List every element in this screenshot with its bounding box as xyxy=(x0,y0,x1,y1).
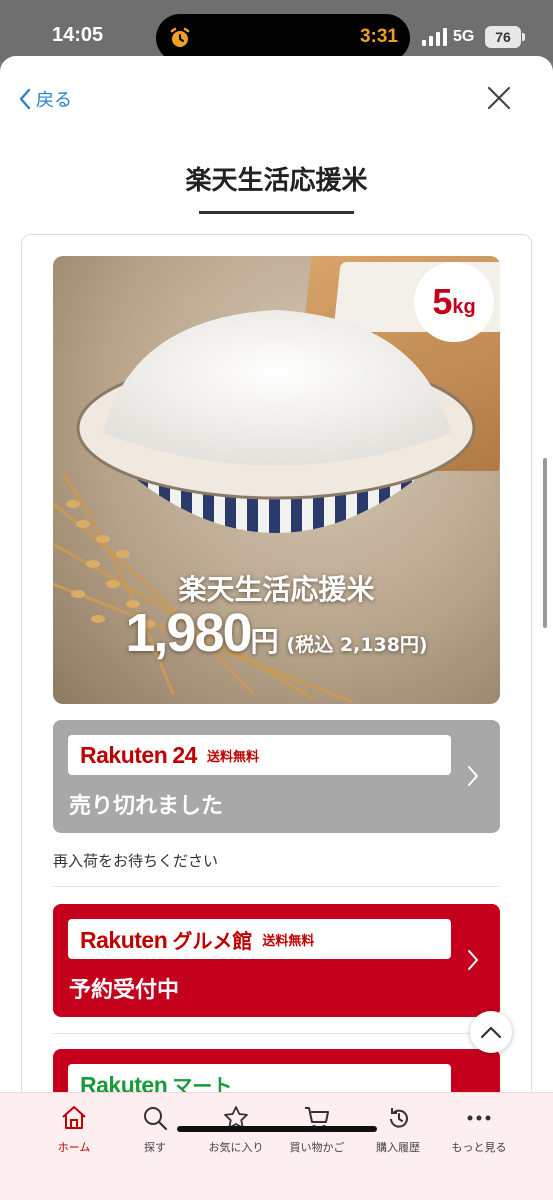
title-underline xyxy=(199,211,354,214)
logo-sub: 24 xyxy=(172,741,197,768)
shop-status: 予約受付中 xyxy=(69,978,180,1003)
logo-sub: グルメ館 xyxy=(172,928,253,953)
logo-text: Rakuten xyxy=(80,926,168,953)
weight-unit: kg xyxy=(452,295,476,318)
rakuten-gourmet-logo: Rakuten グルメ館 xyxy=(80,925,252,954)
tab-more[interactable]: もっと見る xyxy=(439,1103,519,1163)
battery-level: 76 xyxy=(495,29,511,45)
tab-label: ホーム xyxy=(57,1141,91,1154)
product-hero-image[interactable]: 5 kg 楽天生活応援米 1,980 円 (税込 2,138円) xyxy=(53,256,500,704)
tab-home[interactable]: ホーム xyxy=(34,1103,114,1163)
close-icon[interactable] xyxy=(485,84,513,112)
modal-sheet: 戻る 楽天生活応援米 5 kg 楽天生活応援米 1,980 円 (税込 2,13… xyxy=(0,56,553,1200)
shop-logo-box: Rakuten 24 送料無料 xyxy=(68,735,451,775)
restock-note: 再入荷をお待ちください xyxy=(53,852,219,870)
tab-search[interactable]: 探す xyxy=(115,1103,195,1163)
chevron-right-icon xyxy=(468,950,478,970)
history-icon xyxy=(390,1108,408,1128)
status-bar: 14:05 3:31 5G 76 xyxy=(0,0,553,62)
logo-text: Rakuten xyxy=(80,741,168,768)
rakuten24-logo: Rakuten 24 xyxy=(80,742,197,769)
divider xyxy=(53,886,500,887)
shop-card-rakuten-gourmet[interactable]: Rakuten グルメ館 送料無料 予約受付中 xyxy=(53,904,500,1017)
home-icon xyxy=(62,1106,86,1129)
tab-purchase-history[interactable]: 購入履歴 xyxy=(358,1103,438,1163)
weight-badge: 5 kg xyxy=(414,262,494,342)
chevron-left-icon xyxy=(19,88,31,110)
tab-cart[interactable]: 買い物かご xyxy=(277,1103,357,1163)
back-button[interactable]: 戻る xyxy=(18,84,72,114)
tab-label: 購入履歴 xyxy=(376,1141,420,1154)
back-label: 戻る xyxy=(36,90,72,111)
hero-yen: 円 xyxy=(250,625,279,658)
battery-icon: 76 xyxy=(485,26,525,48)
page-title: 楽天生活応援米 xyxy=(185,166,368,196)
weight-number: 5 xyxy=(432,281,453,322)
tab-label: 探す xyxy=(144,1141,166,1154)
scrollbar[interactable] xyxy=(543,458,547,628)
rice-bowl-image xyxy=(76,310,476,533)
free-shipping-label: 送料無料 xyxy=(206,749,259,765)
tab-label: 買い物かご xyxy=(289,1141,345,1154)
signal-icon xyxy=(422,28,447,46)
shop-status: 売り切れました xyxy=(69,794,224,819)
hero-price-row: 1,980 円 (税込 2,138円) xyxy=(53,602,500,664)
tab-label: お気に入り xyxy=(208,1141,264,1154)
tab-label: もっと見る xyxy=(451,1141,507,1154)
tab-favorites[interactable]: お気に入り xyxy=(196,1103,276,1163)
chevron-right-icon xyxy=(468,766,478,786)
alarm-icon xyxy=(170,27,190,47)
hero-price: 1,980 xyxy=(125,603,252,663)
shop-card-rakuten24[interactable]: Rakuten 24 送料無料 売り切れました xyxy=(53,720,500,833)
scroll-to-top-button[interactable] xyxy=(470,1011,512,1053)
divider xyxy=(53,1033,500,1034)
hero-tax-price: (税込 2,138円) xyxy=(286,634,428,656)
more-icon xyxy=(467,1115,491,1121)
timer-readout: 3:31 xyxy=(359,26,398,47)
shop-logo-box: Rakuten グルメ館 送料無料 xyxy=(68,919,451,959)
network-type: 5G xyxy=(453,28,475,45)
status-time: 14:05 xyxy=(52,24,104,46)
chevron-up-icon xyxy=(480,1026,502,1039)
bottom-tab-bar: ホーム 探す お気に入り 買い物かご 購入履歴 もっと見る xyxy=(0,1092,553,1200)
dynamic-island[interactable]: 3:31 xyxy=(156,14,410,62)
search-icon xyxy=(144,1107,168,1131)
home-indicator[interactable] xyxy=(177,1126,377,1132)
free-shipping-label: 送料無料 xyxy=(262,933,315,949)
